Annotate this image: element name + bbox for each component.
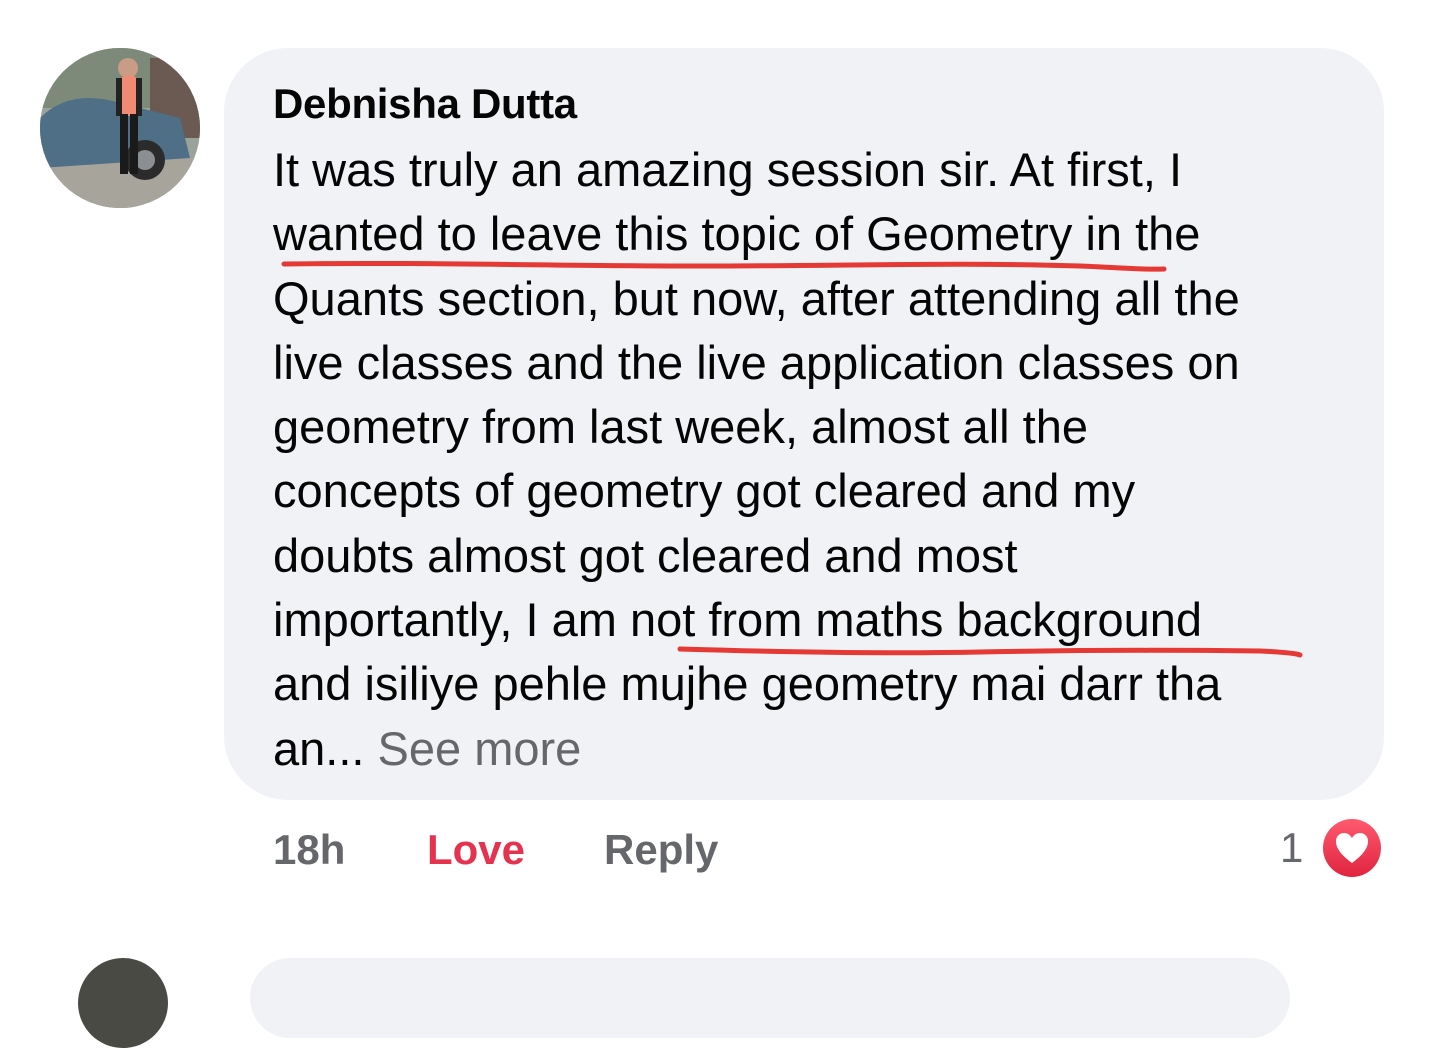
comment-timestamp[interactable]: 18h <box>273 826 345 874</box>
comment-line: geometry from last week, almost all the <box>273 400 1088 454</box>
reply-button[interactable]: Reply <box>604 826 718 874</box>
comment-line: Quants section, but now, after attending… <box>273 271 1240 325</box>
comment-line: concepts of geometry got cleared and my <box>273 464 1136 518</box>
comment-line: doubts almost got cleared and most <box>273 528 1018 582</box>
reaction-count[interactable]: 1 <box>1280 824 1303 872</box>
next-comment-bubble[interactable] <box>250 958 1290 1038</box>
see-more-link[interactable]: See more <box>378 722 582 775</box>
profile-photo <box>40 48 200 208</box>
truncated-text: an... <box>273 721 365 775</box>
next-comment-avatar[interactable] <box>78 958 168 1048</box>
comment-last-line: an... See more <box>273 717 1363 781</box>
comment-author[interactable]: Debnisha Dutta <box>273 80 577 128</box>
comment-line: live classes and the live application cl… <box>273 335 1240 389</box>
comment-text: It was truly an amazing session sir. At … <box>273 138 1363 781</box>
heart-icon <box>1323 819 1381 877</box>
avatar[interactable] <box>40 48 200 208</box>
comment-line: and isiliye pehle mujhe geometry mai dar… <box>273 657 1222 711</box>
reaction-badge[interactable] <box>1319 815 1385 881</box>
comment-line: importantly, I am not from maths backgro… <box>273 593 1203 647</box>
love-reaction-button[interactable]: Love <box>427 826 525 874</box>
comment-line: wanted to leave this topic of Geometry i… <box>273 207 1201 261</box>
comment-line: It was truly an amazing session sir. At … <box>273 143 1182 196</box>
